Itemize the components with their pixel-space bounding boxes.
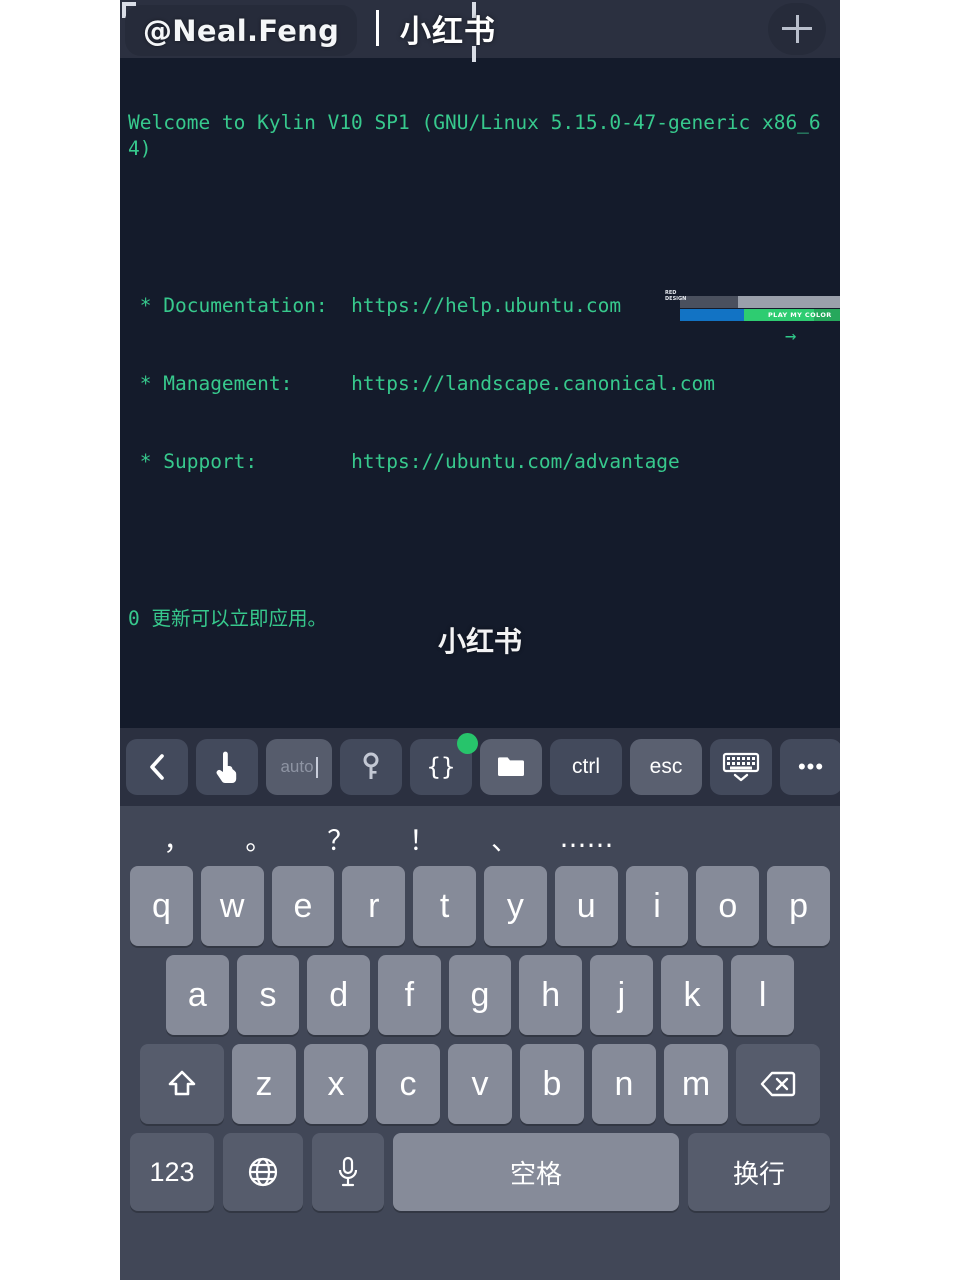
letter-key-h[interactable]: h xyxy=(519,955,583,1035)
return-key[interactable]: 换行 xyxy=(688,1133,830,1211)
toolbar-back-button[interactable] xyxy=(126,739,188,795)
globe-icon xyxy=(248,1157,278,1187)
letter-key-t[interactable]: t xyxy=(413,866,476,946)
letter-key-n[interactable]: n xyxy=(592,1044,656,1124)
space-key[interactable]: 空格 xyxy=(393,1133,679,1211)
toolbar-esc-button[interactable]: esc xyxy=(630,739,702,795)
keyboard-down-icon xyxy=(722,752,760,782)
text-caret xyxy=(315,756,318,778)
symbol-key-question[interactable]: ？ xyxy=(300,819,382,858)
microphone-icon xyxy=(338,1156,358,1187)
terminal-line: Welcome to Kylin V10 SP1 (GNU/Linux 5.15… xyxy=(128,111,821,161)
letter-key-j[interactable]: j xyxy=(590,955,653,1035)
username-label: @Neal.Feng xyxy=(143,13,340,48)
toolbar-ctrl-button[interactable]: ctrl xyxy=(550,739,622,795)
keyboard-row-3-letters: zxcvbnm xyxy=(232,1044,728,1124)
toolbar-folder-button[interactable] xyxy=(480,739,542,795)
letter-key-m[interactable]: m xyxy=(664,1044,728,1124)
microphone-key[interactable] xyxy=(312,1133,384,1211)
letter-key-i[interactable]: i xyxy=(625,866,689,946)
keyboard-row-4: 123 空格 换行 xyxy=(124,1133,836,1211)
ellipsis-icon: ••• xyxy=(797,754,825,779)
letter-key-p[interactable]: p xyxy=(767,866,830,946)
header-separator xyxy=(376,10,379,46)
letter-key-k[interactable]: k xyxy=(660,955,724,1035)
backspace-key[interactable] xyxy=(736,1044,820,1124)
add-button[interactable] xyxy=(768,3,826,55)
symbol-row: ， 。 ？ ！ 、 …… xyxy=(124,810,836,866)
letter-key-g[interactable]: g xyxy=(448,955,512,1035)
letter-key-a[interactable]: a xyxy=(165,955,229,1035)
keyboard-row-3: zxcvbnm xyxy=(124,1044,836,1124)
color-bar-row-top xyxy=(680,296,840,308)
shift-key[interactable] xyxy=(140,1044,224,1124)
numbers-key[interactable]: 123 xyxy=(130,1133,214,1211)
status-dot xyxy=(457,733,478,754)
keyboard-row-2: asdfghjkl xyxy=(124,955,836,1035)
username-watermark: @Neal.Feng xyxy=(125,5,358,56)
shift-icon xyxy=(168,1070,196,1096)
symbol-key-period[interactable]: 。 xyxy=(218,819,300,858)
letter-key-f[interactable]: f xyxy=(378,955,441,1035)
brand-logo: 小红书 xyxy=(400,14,496,50)
overlay-brand-label: RED DESIGN xyxy=(665,290,686,302)
toolbar-auto-field[interactable]: auto xyxy=(266,739,332,795)
toolbar-key-button[interactable] xyxy=(340,739,402,795)
terminal-line-management: * Management: https://landscape.canonica… xyxy=(128,372,716,396)
overlay-brand-line2: DESIGN xyxy=(665,296,687,302)
ctrl-label: ctrl xyxy=(572,755,600,778)
keyboard-row-1: qwertyuiop xyxy=(124,866,836,946)
letter-key-b[interactable]: b xyxy=(520,1044,584,1124)
braces-icon: {} xyxy=(426,753,456,781)
phone-content: Welcome to Kylin V10 SP1 (GNU/Linux 5.15… xyxy=(120,0,840,1280)
toolbar-more-button[interactable]: ••• xyxy=(780,739,840,795)
letter-key-u[interactable]: u xyxy=(554,866,618,946)
color-bar-text: PLAY MY COLOR xyxy=(768,311,832,319)
letter-key-r[interactable]: r xyxy=(342,866,406,946)
letter-key-l[interactable]: l xyxy=(731,955,795,1035)
folder-icon xyxy=(498,757,524,776)
toolbar-braces-button[interactable]: {} xyxy=(410,733,478,795)
terminal-line-support: * Support: https://ubuntu.com/advantage xyxy=(128,450,680,474)
terminal-toolbar: auto {} ctrl esc ••• xyxy=(120,728,840,806)
key-icon xyxy=(363,752,379,779)
letter-key-c[interactable]: c xyxy=(376,1044,440,1124)
chevron-left-icon xyxy=(150,754,164,780)
plus-icon-horizontal xyxy=(782,27,812,30)
toolbar-tap-button[interactable] xyxy=(196,739,258,795)
virtual-keyboard: ， 。 ？ ！ 、 …… qwertyuiop asdfghjkl zxcvbn… xyxy=(120,806,840,1280)
letter-key-s[interactable]: s xyxy=(236,955,300,1035)
symbol-key-ellipsis[interactable]: …… xyxy=(546,823,628,854)
letter-key-y[interactable]: y xyxy=(484,866,547,946)
letter-key-d[interactable]: d xyxy=(307,955,370,1035)
esc-label: esc xyxy=(649,755,683,778)
backspace-icon xyxy=(760,1071,796,1097)
letter-key-q[interactable]: q xyxy=(130,866,193,946)
symbol-key-enum[interactable]: 、 xyxy=(464,819,546,858)
symbol-key-comma[interactable]: ， xyxy=(136,819,218,858)
screenshot-root: Welcome to Kylin V10 SP1 (GNU/Linux 5.15… xyxy=(0,0,960,1280)
symbol-key-exclaim[interactable]: ！ xyxy=(382,819,464,858)
toolbar-hide-keyboard-button[interactable] xyxy=(710,739,772,795)
letter-key-o[interactable]: o xyxy=(696,866,760,946)
letter-key-x[interactable]: x xyxy=(304,1044,368,1124)
letter-key-e[interactable]: e xyxy=(271,866,335,946)
letter-key-w[interactable]: w xyxy=(200,866,264,946)
auto-field-label: auto xyxy=(280,757,314,776)
tap-hand-icon xyxy=(216,751,237,783)
letter-key-v[interactable]: v xyxy=(448,1044,512,1124)
center-watermark: 小红书 xyxy=(437,625,522,658)
overlay-arrow: → xyxy=(785,325,797,347)
language-key[interactable] xyxy=(223,1133,303,1211)
letter-key-z[interactable]: z xyxy=(232,1044,296,1124)
terminal-output[interactable]: Welcome to Kylin V10 SP1 (GNU/Linux 5.15… xyxy=(120,0,840,1280)
